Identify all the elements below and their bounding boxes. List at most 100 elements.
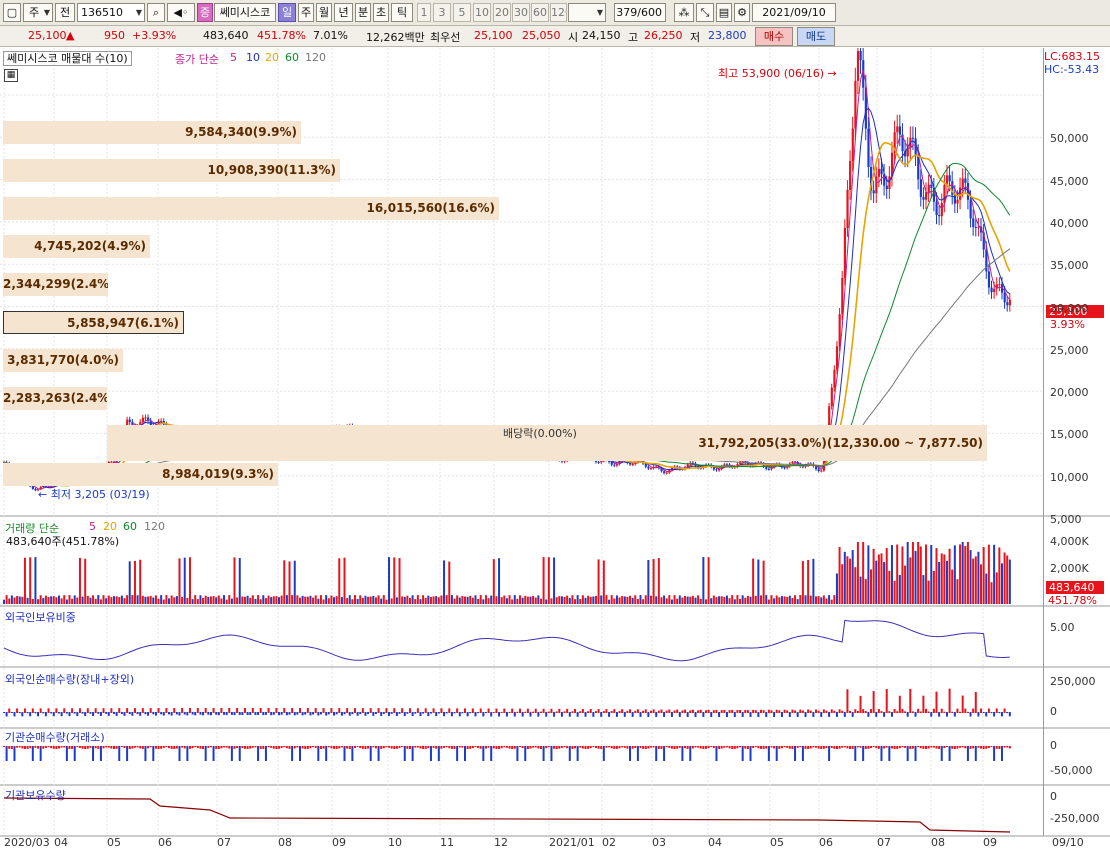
foreign-net-bar bbox=[657, 710, 660, 713]
volume-bar bbox=[500, 597, 503, 604]
candle-body bbox=[843, 228, 847, 279]
inst-net-bar bbox=[479, 746, 482, 749]
inst-net-bar bbox=[689, 746, 692, 761]
inst-net-bar bbox=[416, 746, 419, 748]
tools-icon[interactable]: ⁂ bbox=[674, 3, 694, 22]
chart-area[interactable]: 쎄미시스코 매물대 수(10) 종가 단순 5 10 20 60 120 ▦ LC:68… bbox=[0, 48, 1110, 856]
inst-net-bar bbox=[780, 746, 783, 749]
inst-net-bar bbox=[597, 746, 600, 749]
candle-body bbox=[990, 287, 993, 293]
volume-bar bbox=[927, 580, 930, 604]
inst-net-bar bbox=[170, 746, 173, 749]
foreign-net-bar bbox=[450, 712, 453, 717]
grid-icon[interactable]: ▦ bbox=[4, 69, 18, 82]
stock-code-value: 136510 bbox=[81, 6, 123, 19]
magnifier-icon[interactable]: ⌕ bbox=[147, 3, 165, 22]
inst-net-bar bbox=[55, 746, 58, 749]
count-display[interactable]: 379/600 bbox=[614, 3, 666, 22]
foreign-net-bar bbox=[987, 708, 990, 713]
inst-net-bar bbox=[665, 746, 668, 748]
foreign-net-bar bbox=[851, 712, 854, 717]
foreign-net-bar bbox=[560, 712, 563, 717]
volume-bar bbox=[471, 597, 474, 604]
interval-number-button[interactable]: 1 bbox=[417, 3, 431, 22]
foreign-net-bar bbox=[217, 712, 220, 716]
volume-bar bbox=[136, 595, 139, 604]
inst-net-bar bbox=[461, 746, 464, 748]
inst-net-bar bbox=[5, 746, 8, 761]
foreign-net-bar bbox=[684, 709, 687, 713]
interval-number-button[interactable]: 10 bbox=[473, 3, 491, 22]
foreign-net-bar bbox=[293, 712, 296, 716]
period-button[interactable]: 분 bbox=[355, 3, 371, 22]
stock-code-input[interactable]: 136510 bbox=[77, 3, 145, 22]
side-select[interactable]: 전 bbox=[55, 3, 75, 22]
foreign-net-bar bbox=[513, 712, 516, 717]
volume-bar bbox=[120, 595, 123, 604]
foreign-net-bar bbox=[893, 708, 896, 713]
interval-number-button[interactable]: 60 bbox=[531, 3, 549, 22]
interval-number-button[interactable]: 30 bbox=[512, 3, 530, 22]
inst-net-bar bbox=[576, 746, 579, 761]
volume-bar bbox=[207, 596, 210, 604]
foreign-net-bar bbox=[306, 708, 309, 713]
inst-net-bar bbox=[435, 746, 438, 749]
inst-net-bar bbox=[333, 746, 336, 749]
volume-bar bbox=[21, 596, 24, 604]
interval-number-button[interactable]: 5 bbox=[453, 3, 471, 22]
inst-net-bar bbox=[673, 746, 676, 749]
buy-button[interactable]: 매수 bbox=[755, 27, 793, 46]
sell-button[interactable]: 매도 bbox=[797, 27, 835, 46]
volume-bar bbox=[1000, 563, 1003, 604]
inst-net-bar bbox=[820, 746, 823, 749]
foreign-net-bar bbox=[652, 709, 655, 713]
window-menu-icon[interactable]: ▢ bbox=[3, 3, 21, 22]
volume-bar bbox=[631, 597, 634, 604]
period-button[interactable]: 주 bbox=[298, 3, 314, 22]
volume-bar bbox=[589, 596, 592, 604]
volume-bar bbox=[1008, 559, 1011, 604]
date-field[interactable]: 2021/09/10 bbox=[752, 3, 836, 22]
period-button[interactable]: 초 bbox=[373, 3, 389, 22]
foreign-net-bar bbox=[173, 708, 176, 713]
inst-hold-title[interactable]: 기관보유수량 bbox=[5, 787, 66, 803]
inst-net-bar bbox=[938, 746, 941, 749]
foreign-net-bar bbox=[877, 709, 880, 713]
period-button[interactable]: 년 bbox=[334, 3, 353, 22]
candle-body bbox=[794, 461, 797, 463]
volume-bar bbox=[414, 599, 417, 604]
interval-number-button[interactable]: 3 bbox=[433, 3, 451, 22]
volume-bar bbox=[817, 596, 820, 604]
price-panel-title[interactable]: 쎄미시스코 매물대 수(10) bbox=[3, 51, 132, 66]
foreign-net-bar bbox=[773, 712, 776, 717]
foreign-net-bar bbox=[490, 712, 493, 717]
foreign-ratio-title[interactable]: 외국인보유비중 bbox=[5, 609, 76, 625]
volume-bar bbox=[791, 597, 794, 604]
interval-number-button[interactable]: 120 bbox=[550, 3, 567, 22]
candle-body bbox=[974, 227, 977, 229]
period-button[interactable]: 월 bbox=[316, 3, 332, 22]
foreign-net-bar bbox=[686, 712, 689, 717]
inst-net-bar bbox=[702, 746, 705, 749]
inst-net-bar bbox=[825, 746, 828, 749]
stock-name: 쎄미시스코 bbox=[214, 3, 276, 22]
interval-select[interactable] bbox=[568, 3, 606, 22]
inst-net-title[interactable]: 기관순매수량(거래소) bbox=[5, 729, 105, 745]
volume-bar bbox=[448, 561, 451, 604]
period-button[interactable]: 일 bbox=[278, 3, 296, 22]
volume-bar bbox=[752, 558, 755, 604]
volume-bar bbox=[587, 595, 590, 604]
foreign-net-title[interactable]: 외국인순매수량(장내+장외) bbox=[5, 671, 134, 687]
interval-number-button[interactable]: 20 bbox=[493, 3, 511, 22]
gear-icon[interactable]: ⚙ bbox=[734, 3, 750, 22]
crosshair-icon[interactable]: ⤡ bbox=[696, 3, 714, 22]
foreign-net-bar bbox=[21, 712, 24, 717]
foreign-net-bar bbox=[133, 708, 136, 713]
speaker-icon[interactable]: ◀◦ bbox=[167, 3, 195, 22]
period-button[interactable]: 틱 bbox=[391, 3, 413, 22]
volume-bar bbox=[773, 598, 776, 604]
volume-bar bbox=[951, 569, 954, 604]
save-icon[interactable]: ▤ bbox=[716, 3, 732, 22]
market-select[interactable]: 주 bbox=[23, 3, 53, 22]
volume-bar bbox=[513, 595, 516, 604]
